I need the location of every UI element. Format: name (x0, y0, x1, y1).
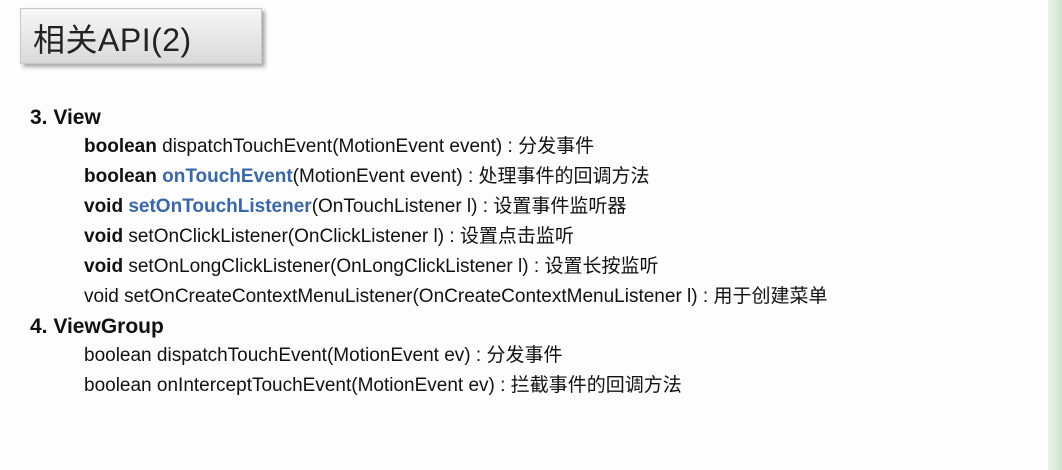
api-method-line: void setOnCreateContextMenuListener(OnCr… (30, 282, 1048, 312)
slide-title-box: 相关API(2) (20, 8, 262, 64)
api-description: 拦截事件的回调方法 (510, 375, 682, 396)
api-return-type: void (84, 286, 119, 307)
separator: : (528, 256, 545, 277)
api-description: 设置长按监听 (544, 256, 659, 277)
api-method-name: setOnCreateContextMenuListener (124, 286, 413, 307)
api-method-line: void setOnClickListener(OnClickListener … (30, 222, 1048, 252)
api-method-line: boolean dispatchTouchEvent(MotionEvent e… (30, 132, 1048, 162)
slide-title: 相关API(2) (33, 22, 192, 58)
api-params: (OnLongClickListener l) (330, 256, 529, 277)
api-params: (MotionEvent ev) (326, 345, 471, 366)
api-method-name: onInterceptTouchEvent (156, 375, 352, 396)
api-params: (OnClickListener l) (287, 226, 445, 247)
api-params: (MotionEvent ev) (351, 375, 495, 396)
separator: : (494, 375, 511, 396)
api-return-type: void (84, 196, 124, 217)
api-method-name: dispatchTouchEvent (162, 136, 333, 157)
decorative-side-band (1048, 0, 1062, 470)
api-method-line: boolean dispatchTouchEvent(MotionEvent e… (30, 341, 1048, 371)
slide: { "slide": { "title": "相关API(2)" }, "sec… (0, 0, 1062, 470)
separator: : (470, 345, 487, 366)
api-description: 分发事件 (518, 136, 595, 157)
api-method-name: setOnClickListener (128, 226, 288, 247)
api-list: 3. View boolean dispatchTouchEvent(Motion… (30, 103, 1048, 401)
api-method-line: void setOnTouchListener(OnTouchListener … (30, 192, 1048, 222)
api-return-type: void (84, 226, 124, 247)
api-params: (MotionEvent event) (332, 136, 503, 157)
api-method-name: setOnTouchListener (128, 196, 312, 217)
api-description: 用于创建菜单 (713, 286, 828, 307)
api-method-line: boolean onInterceptTouchEvent(MotionEven… (30, 371, 1048, 401)
api-method-name: onTouchEvent (162, 166, 293, 187)
api-method-line: void setOnLongClickListener(OnLongClickL… (30, 252, 1048, 282)
api-description: 设置点击监听 (459, 226, 574, 247)
api-description: 处理事件的回调方法 (478, 166, 650, 187)
api-params: (MotionEvent event) (292, 166, 463, 187)
section-heading: 4. ViewGroup (30, 315, 164, 338)
separator: : (477, 196, 494, 217)
api-method-line: boolean onTouchEvent(MotionEvent event) … (30, 162, 1048, 192)
api-return-type: boolean (84, 375, 152, 396)
section-heading: 3. View (30, 106, 101, 129)
api-params: (OnTouchListener l) (311, 196, 478, 217)
api-return-type: void (84, 256, 124, 277)
separator: : (462, 166, 479, 187)
separator: : (502, 136, 519, 157)
api-description: 分发事件 (486, 345, 563, 366)
separator: : (444, 226, 460, 247)
api-return-type: boolean (84, 166, 157, 187)
api-params: (OnCreateContextMenuListener l) (412, 286, 698, 307)
api-return-type: boolean (84, 136, 157, 157)
api-return-type: boolean (84, 345, 152, 366)
api-description: 设置事件监听器 (493, 196, 627, 217)
separator: : (697, 286, 714, 307)
api-method-name: dispatchTouchEvent (156, 345, 327, 366)
api-method-name: setOnLongClickListener (128, 256, 331, 277)
